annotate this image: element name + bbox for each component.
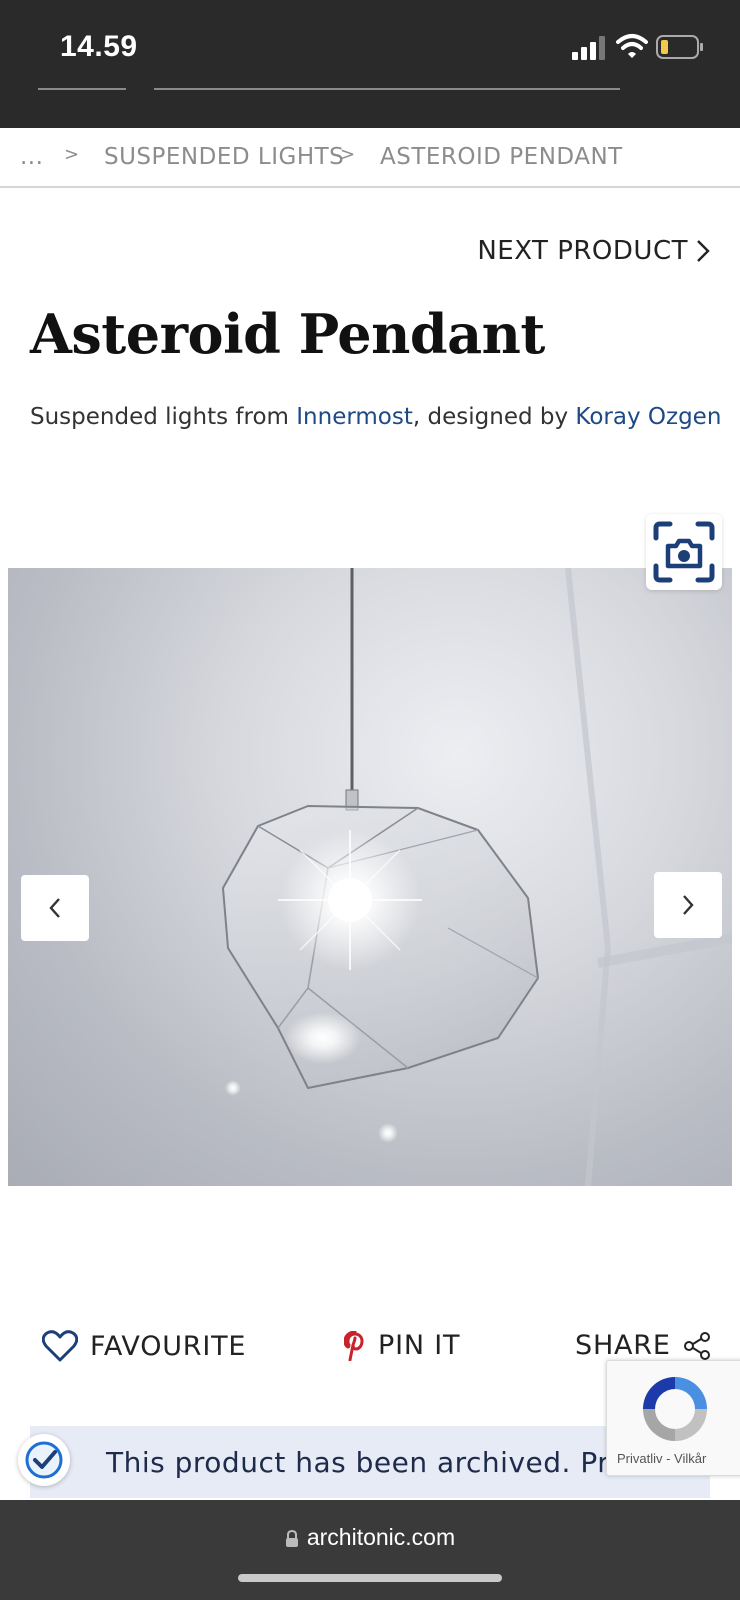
recaptcha-logo-icon [643, 1377, 707, 1441]
page-title: Asteroid Pendant [30, 302, 545, 366]
designer-link[interactable]: Koray Ozgen [575, 404, 721, 430]
chevron-left-icon [49, 898, 60, 918]
cookie-consent-button[interactable] [18, 1434, 70, 1486]
tab-indicator [154, 88, 620, 90]
share-button[interactable]: SHARE [575, 1330, 711, 1361]
breadcrumb-separator: > [64, 144, 80, 165]
url-display[interactable]: architonic.com [0, 1524, 740, 1551]
previous-image-button[interactable] [21, 875, 89, 941]
tab-indicator [38, 88, 126, 90]
pinterest-icon [344, 1330, 364, 1361]
heart-icon [42, 1330, 78, 1362]
share-icon [683, 1331, 710, 1360]
wifi-icon [616, 34, 648, 58]
subtitle-middle: , designed by [412, 404, 576, 430]
next-product-label: NEXT PRODUCT [477, 236, 688, 266]
url-text: architonic.com [306, 1524, 456, 1550]
breadcrumb-separator: > [340, 144, 356, 165]
home-indicator[interactable] [238, 1574, 502, 1582]
cellular-signal-icon [572, 36, 605, 60]
subtitle-prefix: Suspended lights from [30, 404, 297, 430]
pin-it-button[interactable]: PIN IT [344, 1330, 460, 1361]
archived-text: This product has been archived. Product [106, 1446, 691, 1479]
breadcrumb-item-suspended-lights[interactable]: SUSPENDED LIGHTS [104, 144, 344, 170]
recaptcha-badge[interactable]: Privatliv - Vilkår [606, 1360, 740, 1476]
chevron-right-icon [683, 895, 694, 915]
share-label: SHARE [575, 1330, 671, 1361]
camera-scan-icon [653, 521, 715, 583]
status-time: 14.59 [60, 30, 138, 63]
pendant-photo [221, 568, 732, 1186]
pin-it-label: PIN IT [378, 1330, 461, 1361]
breadcrumb-item-asteroid-pendant[interactable]: ASTEROID PENDANT [380, 144, 623, 170]
chevron-right-icon [697, 240, 710, 262]
recaptcha-links[interactable]: Privatliv - Vilkår [617, 1451, 706, 1466]
status-bar: 14.59 [0, 0, 740, 128]
lock-icon [285, 1529, 298, 1547]
product-subtitle: Suspended lights from Innermost, designe… [30, 404, 721, 430]
breadcrumb-ellipsis[interactable]: ... [20, 144, 43, 170]
breadcrumb: ... > SUSPENDED LIGHTS > ASTEROID PENDAN… [0, 128, 740, 188]
favourite-button[interactable]: FAVOURITE [42, 1330, 246, 1362]
brand-link[interactable]: Innermost [296, 404, 413, 430]
shield-check-icon [25, 1441, 63, 1479]
next-product-link[interactable]: NEXT PRODUCT [477, 236, 710, 266]
favourite-label: FAVOURITE [90, 1330, 247, 1362]
visual-search-button[interactable] [646, 514, 722, 590]
product-image[interactable] [8, 568, 732, 1186]
next-image-button[interactable] [654, 872, 722, 938]
battery-icon [656, 35, 703, 59]
browser-url-bar[interactable]: architonic.com [0, 1500, 740, 1600]
